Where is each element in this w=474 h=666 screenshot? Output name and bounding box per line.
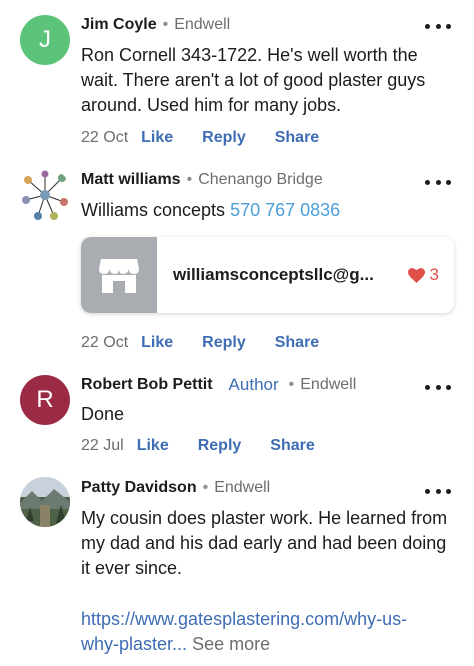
separator-dot: • [186,171,193,188]
author-badge: Author [228,375,279,394]
comment-header: Patty Davidson • Endwell [81,479,270,497]
comment-date: 22 Jul [81,437,124,454]
author-name[interactable]: Jim Coyle [81,16,157,34]
comment-text: My cousin does plaster work. He learned … [81,508,448,578]
author-name[interactable]: Patty Davidson [81,479,197,497]
author-location: Chenango Bridge [198,171,323,188]
landscape-photo-avatar[interactable] [20,477,70,527]
comment-actions: 22 Oct Like Reply Share [81,334,348,352]
comment-text: Ron Cornell 343-1722. He's well worth th… [81,45,426,115]
author-location: Endwell [300,376,357,393]
like-count: 3 [429,265,439,284]
author-location: Endwell [174,16,231,33]
comment-text-content: Williams concepts [81,200,226,220]
avatar[interactable]: J [20,15,70,65]
phone-link[interactable]: 570 767 0836 [230,200,340,220]
comment-header: Jim Coyle • Endwell [81,16,230,34]
reply-button[interactable]: Reply [202,334,246,352]
storefront-icon [81,237,157,313]
share-button[interactable]: Share [270,437,314,455]
see-more-link[interactable]: See more [192,634,270,654]
comment-date: 22 Oct [81,334,129,351]
more-options-icon[interactable] [425,489,451,494]
comment-link-block: https://www.gatesplastering.com/why-us- … [81,607,451,657]
comment-header: Robert Bob Pettit Author • Endwell [81,375,356,395]
reply-button[interactable]: Reply [198,437,242,455]
reply-button[interactable]: Reply [202,129,246,147]
like-button[interactable]: Like [141,129,173,147]
card-title: williamsconceptsllc@g... [173,265,374,284]
like-button[interactable]: Like [137,437,169,455]
separator-dot: • [162,16,169,33]
avatar[interactable]: R [20,375,70,425]
comment-header: Matt williams • Chenango Bridge [81,171,323,189]
landscape-photo-icon [20,477,70,527]
author-location: Endwell [214,479,271,496]
separator-dot: • [288,376,295,393]
more-options-icon[interactable] [425,24,451,29]
share-button[interactable]: Share [275,129,319,147]
comment-actions: 22 Oct Like Reply Share [81,129,348,147]
sketch-drawing-avatar[interactable] [18,168,72,222]
comment-date: 22 Oct [81,129,129,146]
link-preview-card[interactable]: williamsconceptsllc@g... 3 [81,237,454,313]
url-link-line-1[interactable]: https://www.gatesplastering.com/why-us- [81,607,451,632]
card-reactions: 3 [407,265,439,285]
sketch-drawing-icon [22,170,68,220]
comment-text: Williams concepts 570 767 0836 [81,198,451,223]
author-name[interactable]: Robert Bob Pettit [81,376,213,394]
more-options-icon[interactable] [425,180,451,185]
more-options-icon[interactable] [425,385,451,390]
heart-icon [407,267,425,283]
comment-actions: 22 Jul Like Reply Share [81,437,344,455]
separator-dot: • [202,479,209,496]
comment-text: Done [81,404,125,424]
url-link-line-2[interactable]: why-plaster... [81,634,187,654]
author-name[interactable]: Matt williams [81,171,181,189]
share-button[interactable]: Share [275,334,319,352]
like-button[interactable]: Like [141,334,173,352]
